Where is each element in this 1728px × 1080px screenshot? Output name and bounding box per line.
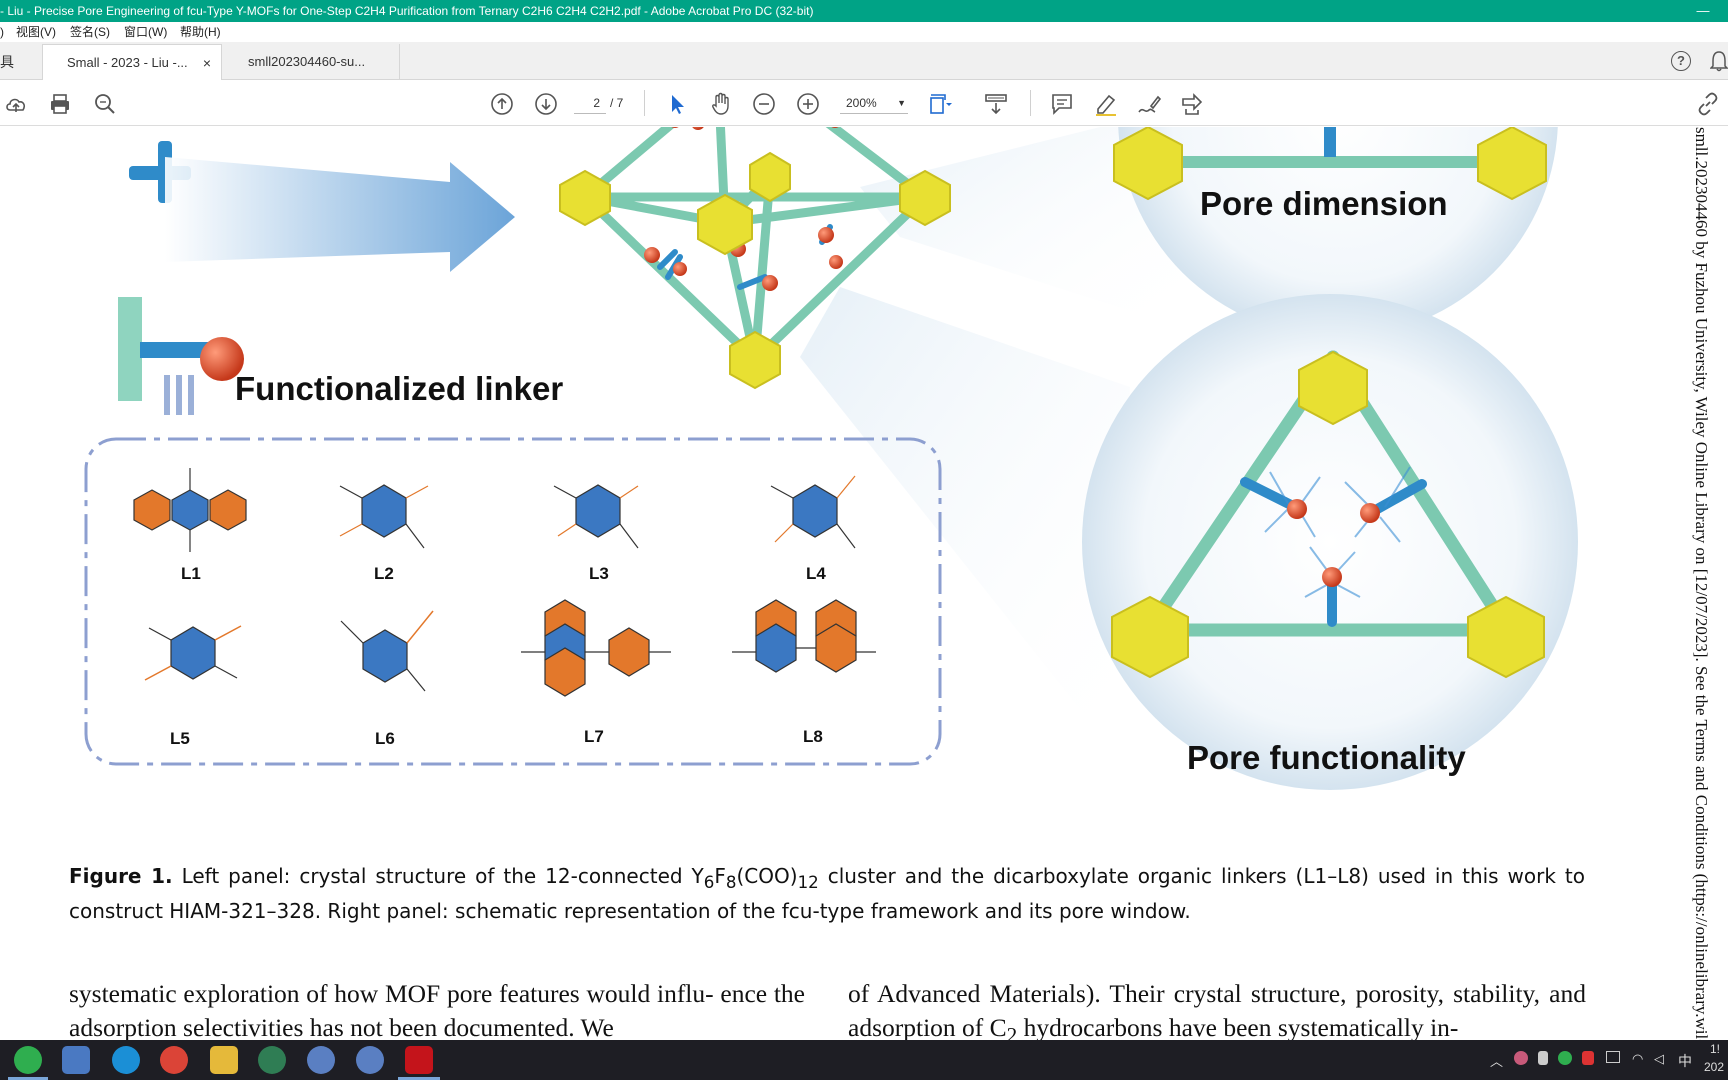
tab-label: Small - 2023 - Liu -... <box>67 55 188 70</box>
body-text-left: systematic exploration of how MOF pore f… <box>69 979 805 1040</box>
pore-functionality-label: Pore functionality <box>1187 739 1466 776</box>
tab-label: smll202304460-su... <box>248 54 366 69</box>
select-cursor-icon[interactable] <box>666 92 690 116</box>
tray-app-icon[interactable] <box>1582 1051 1594 1065</box>
highlight-pen-icon[interactable] <box>1094 92 1118 116</box>
menu-item-partial[interactable]: ) <box>0 22 4 42</box>
taskbar: ︿ ◠ ◁ 中 1! 202 <box>0 1040 1728 1080</box>
ime-indicator[interactable]: 中 <box>1678 1051 1692 1071</box>
zoom-out-icon[interactable] <box>752 92 776 116</box>
file-explorer-icon[interactable] <box>210 1046 238 1074</box>
hand-tool-icon[interactable] <box>709 92 733 116</box>
chemdraw-icon[interactable] <box>258 1046 286 1074</box>
close-icon[interactable]: × <box>203 45 211 81</box>
caption-subscript: 12 <box>797 873 819 892</box>
caption-formula-part: F <box>714 864 726 888</box>
tools-tab-partial[interactable]: 具 <box>0 52 14 72</box>
linker-label-l3: L3 <box>589 564 609 583</box>
zoom-in-icon[interactable] <box>796 92 820 116</box>
next-page-icon[interactable] <box>534 92 558 116</box>
menu-item-help[interactable]: 帮助(H) <box>180 22 221 42</box>
share-link-icon[interactable] <box>1696 92 1720 116</box>
fit-page-icon[interactable] <box>928 92 952 116</box>
previous-page-icon[interactable] <box>490 92 514 116</box>
search-icon[interactable] <box>93 92 117 116</box>
acrobat-icon[interactable] <box>405 1046 433 1074</box>
scroll-mode-icon[interactable] <box>984 92 1008 116</box>
sign-pen-icon[interactable] <box>1137 92 1161 116</box>
help-icon[interactable]: ? <box>1671 51 1691 71</box>
calculator-icon[interactable] <box>62 1046 90 1074</box>
functionalized-linker-label: Functionalized linker <box>235 370 564 407</box>
caption-text-a: Left panel: crystal structure of the 12-… <box>181 864 704 888</box>
caption-subscript: 6 <box>703 873 715 892</box>
caption-subscript: 8 <box>725 873 737 892</box>
figure-caption: Figure 1. Left panel: crystal structure … <box>69 862 1585 925</box>
chevron-up-icon[interactable]: ︿ <box>1490 1051 1503 1070</box>
body-subscript: 2 <box>1006 1023 1018 1040</box>
linker-label-l7: L7 <box>584 727 604 746</box>
wifi-icon[interactable]: ◠ <box>1632 1051 1643 1067</box>
title-bar: - Liu - Precise Pore Engineering of fcu-… <box>0 0 1728 22</box>
menu-item-view[interactable]: 视图(V) <box>16 22 56 42</box>
wechat-tray-icon[interactable] <box>1558 1051 1572 1065</box>
tray-app-icon[interactable] <box>1514 1051 1528 1065</box>
battery-icon[interactable] <box>1606 1051 1620 1063</box>
edge-browser-icon[interactable] <box>112 1046 140 1074</box>
body-column-right: of Advanced Materials). Their crystal st… <box>848 977 1586 1040</box>
tab-document-active[interactable]: Small - 2023 - Liu -... × <box>42 44 222 80</box>
linker-label-l6: L6 <box>375 729 395 748</box>
linker-label-l1: L1 <box>181 564 201 583</box>
clock-time[interactable]: 1! <box>1710 1042 1720 1056</box>
document-view[interactable]: Pore dimension Pore functionality Functi… <box>0 127 1728 1040</box>
page-total: / 7 <box>610 96 624 110</box>
linker-label-l5: L5 <box>170 729 190 748</box>
bell-icon[interactable] <box>1710 50 1728 72</box>
comment-icon[interactable] <box>1050 92 1074 116</box>
app-icon[interactable] <box>307 1046 335 1074</box>
minimize-button[interactable]: — <box>1696 0 1710 22</box>
zoom-level-value: 200% <box>846 96 877 110</box>
menu-item-window[interactable]: 窗口(W) <box>124 22 167 42</box>
linker-label-l8: L8 <box>803 727 823 746</box>
menu-bar: ) 视图(V) 签名(S) 窗口(W) 帮助(H) <box>0 22 1728 42</box>
body-text-right-b: hydrocarbons have been systematically in… <box>1023 1013 1459 1040</box>
cloud-upload-icon[interactable] <box>4 92 28 116</box>
app-icon[interactable] <box>356 1046 384 1074</box>
clock-date[interactable]: 202 <box>1704 1060 1724 1074</box>
body-column-left: systematic exploration of how MOF pore f… <box>69 977 805 1040</box>
chevron-down-icon: ▼ <box>897 98 906 108</box>
stamp-tools-icon[interactable] <box>1180 92 1204 116</box>
tab-document-supporting[interactable]: smll202304460-su... <box>224 44 400 80</box>
print-icon[interactable] <box>48 92 72 116</box>
side-note-text: smll.202304460 by Fuzhou University, Wil… <box>1692 127 1711 1040</box>
linker-label-l2: L2 <box>374 564 394 583</box>
page-number-input[interactable] <box>574 92 606 114</box>
chrome-icon[interactable] <box>160 1046 188 1074</box>
toolbar: / 7 200% ▼ <box>0 80 1728 126</box>
caption-label: Figure 1. <box>69 864 173 888</box>
microphone-icon[interactable] <box>1538 1051 1548 1065</box>
volume-icon[interactable]: ◁ <box>1654 1051 1664 1067</box>
caption-formula-part: (COO) <box>736 864 798 888</box>
tab-bar: 具 Small - 2023 - Liu -... × smll20230446… <box>0 42 1728 80</box>
side-note-container: smll.202304460 by Fuzhou University, Wil… <box>1683 127 1713 1040</box>
toolbar-divider <box>644 90 645 116</box>
window-title: - Liu - Precise Pore Engineering of fcu-… <box>0 4 814 18</box>
linker-label-l4: L4 <box>806 564 826 583</box>
toolbar-divider <box>1030 90 1031 116</box>
zoom-level-select[interactable]: 200% ▼ <box>840 92 908 114</box>
menu-item-sign[interactable]: 签名(S) <box>70 22 110 42</box>
pore-dimension-label: Pore dimension <box>1200 185 1448 222</box>
wechat-icon[interactable] <box>14 1046 42 1074</box>
